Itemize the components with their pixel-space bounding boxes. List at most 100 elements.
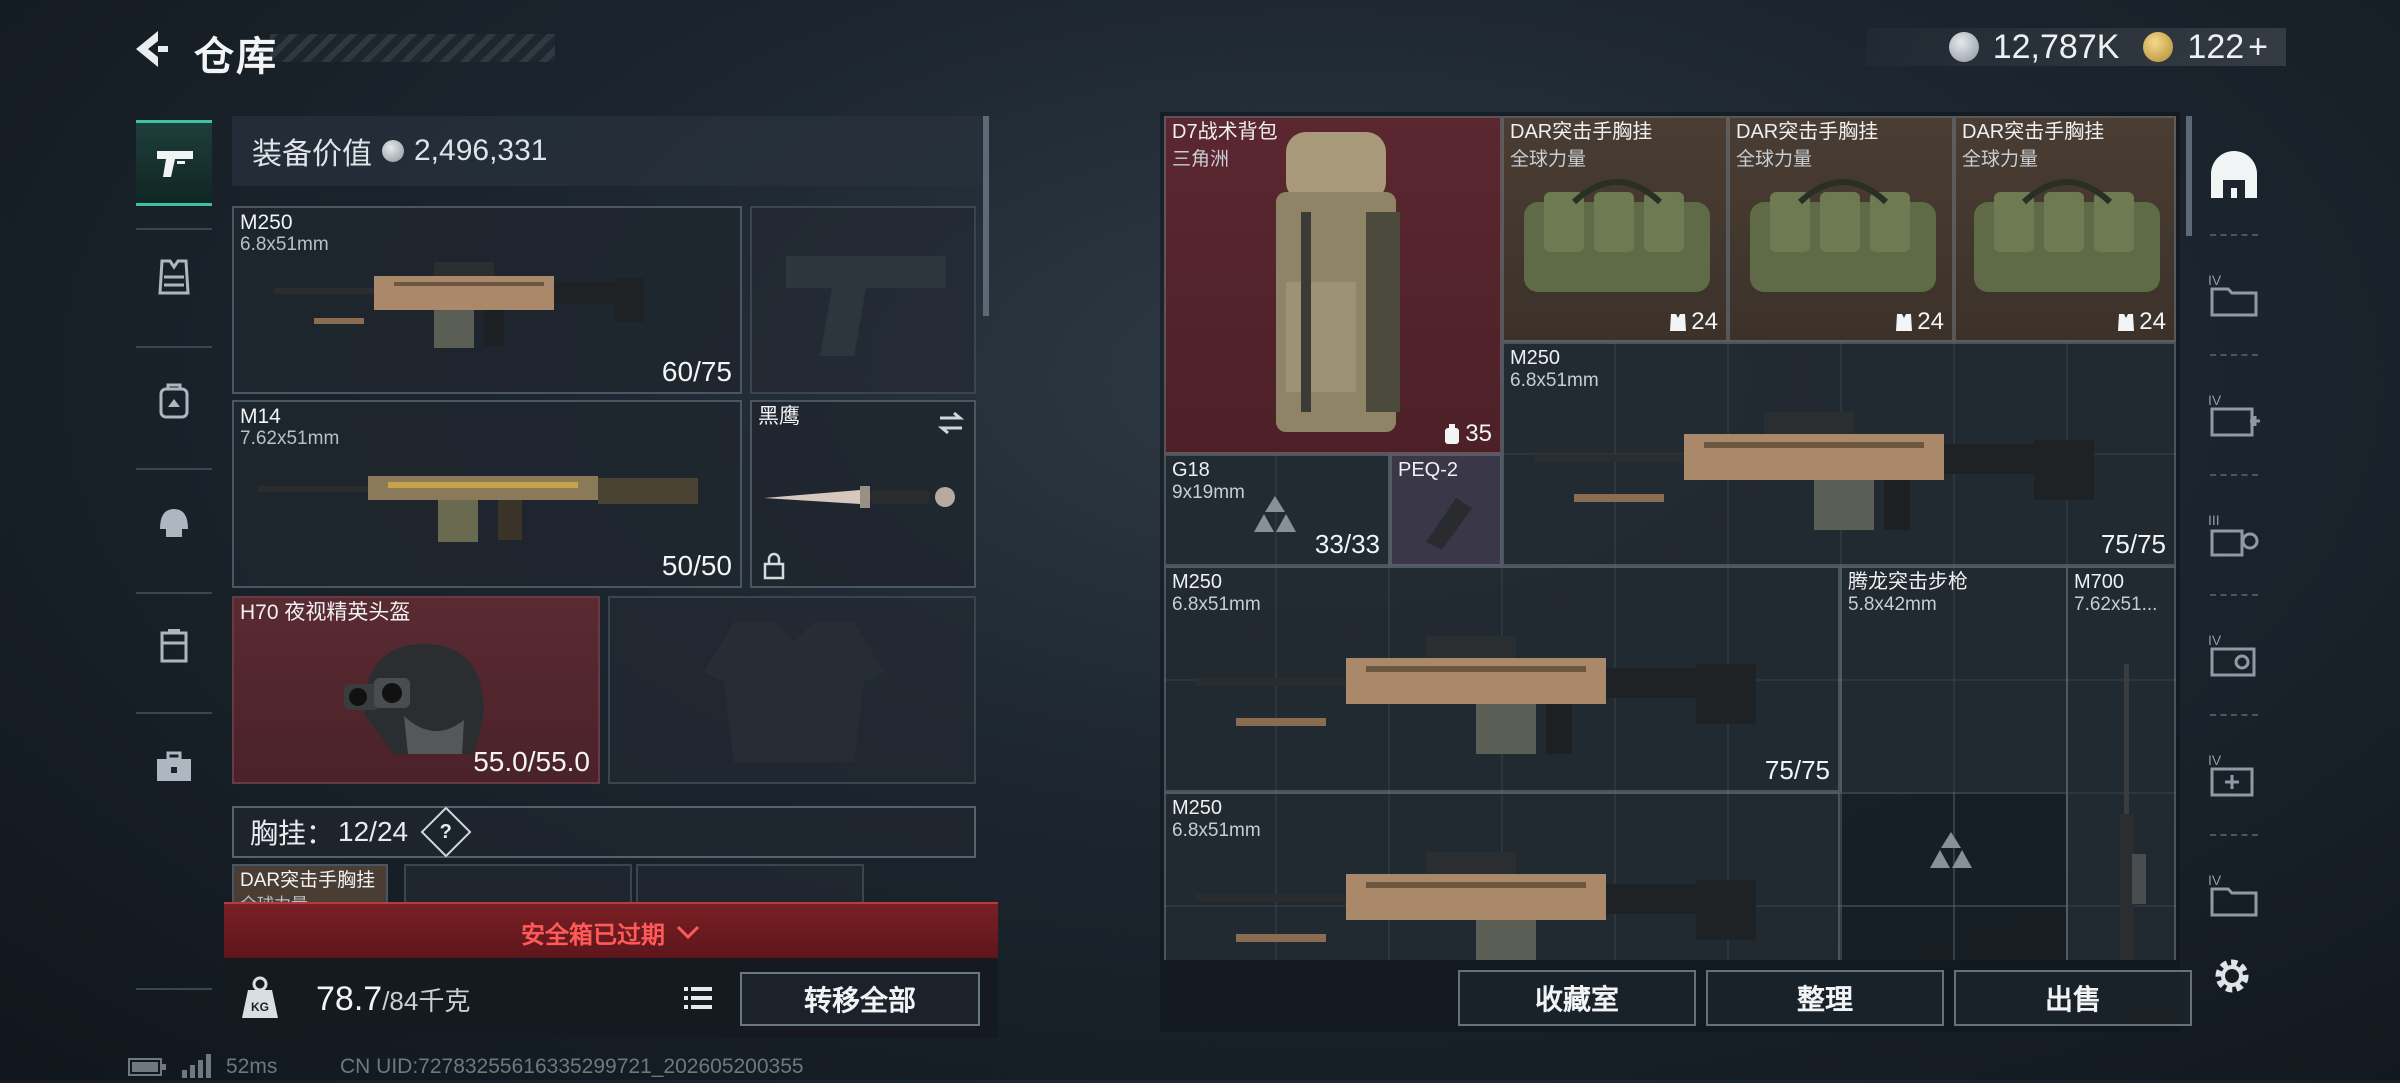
toolbox-icon — [157, 751, 191, 781]
page-title: 仓库 — [194, 35, 278, 79]
storage-item-g18[interactable]: G18 9x19mm 33/33 — [1164, 454, 1390, 566]
equipment-scrollbar[interactable] — [983, 116, 989, 316]
slot-item-name: 黑鹰 — [758, 405, 800, 428]
carry-weight: 78.7/84千克 — [316, 980, 470, 1019]
folder-icon: IV — [2208, 872, 2258, 917]
item-sub: 7.62x51... — [2074, 594, 2158, 615]
body-armor-slot-empty[interactable] — [608, 596, 976, 784]
gold-currency-value: 122 — [2187, 27, 2245, 66]
rail-tab-weapons[interactable] — [136, 120, 212, 206]
slot-item-name: M14 — [240, 405, 281, 428]
laser-sight-image — [1426, 498, 1472, 550]
storage-item-chest-rig[interactable]: DAR突击手胸挂 全球力量 24 — [1954, 116, 2176, 342]
tier-triangle-icon — [1254, 496, 1296, 532]
tier-label: IV — [2208, 392, 2222, 408]
item-ammo: 75/75 — [2100, 529, 2166, 559]
help-button[interactable]: ? — [420, 806, 472, 858]
rail-tab-tier-medical[interactable]: IV — [2196, 364, 2272, 464]
item-ammo: 33/33 — [1314, 529, 1380, 559]
tier-label: III — [2208, 512, 2220, 528]
storage-item-chest-rig[interactable]: DAR突击手胸挂 全球力量 24 — [1502, 116, 1728, 342]
rail-tab-storage-home[interactable] — [2196, 126, 2272, 226]
storage-item-m250[interactable]: M250 6.8x51mm 75/75 — [1502, 342, 2176, 566]
safe-box-expired-banner[interactable]: 安全箱已过期 — [224, 902, 998, 960]
rail-tab-case[interactable] — [136, 602, 212, 688]
medkit-icon: IV — [2208, 752, 2254, 797]
primary-weapon-slot-1[interactable]: M250 6.8x51mm 60/75 — [232, 206, 742, 394]
pistol-placeholder-icon — [786, 256, 946, 356]
storage-item-peq2[interactable]: PEQ-2 — [1390, 454, 1502, 566]
question-icon: ? — [439, 820, 453, 843]
vest-icon — [1670, 314, 1687, 331]
storage-item-chest-rig[interactable]: DAR突击手胸挂 全球力量 24 — [1728, 116, 1954, 342]
storage-item-backpack[interactable]: D7战术背包 三角洲 35 — [1164, 116, 1502, 454]
user-uid: CN UID:72783255616335299721_202605200355 — [340, 1055, 804, 1078]
chest-rig-pocket-2[interactable] — [636, 864, 864, 904]
item-sub: 全球力量 — [1736, 149, 1813, 170]
vest-icon — [158, 259, 190, 295]
slot-ammo-count: 50/50 — [661, 550, 732, 581]
item-capacity: 24 — [2117, 308, 2166, 336]
battery-icon — [128, 1056, 168, 1083]
backpack-icon — [159, 383, 189, 419]
storage-item-m250[interactable]: M250 6.8x51mm — [1164, 792, 1840, 960]
storage-item-tenglong-rifle[interactable]: 腾龙突击步枪 5.8x42mm — [1840, 566, 2066, 792]
machine-gun-image — [1534, 412, 2094, 530]
storage-item-m700[interactable]: M700 7.62x51... — [2066, 566, 2176, 960]
rifle-image — [258, 476, 698, 542]
rail-tab-armor[interactable] — [136, 234, 212, 320]
helmet-icon — [160, 509, 188, 537]
safe-box-expired-text: 安全箱已过期 — [521, 921, 665, 949]
rail-tab-tier-keys[interactable]: IV — [2196, 604, 2272, 704]
machine-gun-image — [274, 262, 644, 348]
swap-icon[interactable] — [936, 410, 966, 436]
key-icon: IV — [2208, 632, 2256, 677]
primary-weapon-slot-2[interactable]: M14 7.62x51mm 50/50 — [232, 400, 742, 588]
transfer-all-button[interactable]: 转移全部 — [740, 972, 980, 1026]
melee-slot[interactable]: 黑鹰 — [750, 400, 976, 588]
add-currency-button[interactable]: + — [2248, 28, 2268, 67]
item-name: M250 — [1510, 347, 1561, 369]
rail-tab-tier-folder[interactable]: IV — [2196, 244, 2272, 344]
rail-tab-backpack[interactable] — [136, 358, 212, 444]
item-sub: 三角洲 — [1172, 149, 1230, 170]
tools-icon: III — [2208, 512, 2259, 557]
tier-label: IV — [2208, 752, 2222, 768]
item-capacity-value: 24 — [1691, 308, 1718, 335]
sidearm-slot-empty[interactable] — [750, 206, 976, 394]
collection-room-button[interactable]: 收藏室 — [1458, 970, 1696, 1026]
rail-tab-tier-meds[interactable]: IV — [2196, 724, 2272, 824]
helmet-slot[interactable]: H70 夜视精英头盔 55.0/55.0 — [232, 596, 600, 784]
storage-scrollbar[interactable] — [2186, 116, 2192, 236]
chest-rig-image — [1750, 179, 1936, 292]
back-button[interactable] — [124, 24, 176, 74]
chest-rig-pocket-1[interactable] — [404, 864, 632, 904]
list-view-button[interactable] — [674, 974, 722, 1022]
gold-coin-icon — [2143, 32, 2174, 62]
rail-tab-tier-misc[interactable]: IV — [2196, 844, 2272, 944]
chevron-down-icon — [676, 925, 700, 940]
item-ammo: 75/75 — [1764, 755, 1830, 785]
backpack-image — [1276, 132, 1400, 432]
chest-rig-item-slot[interactable]: DAR突击手胸挂 全球力量 — [232, 864, 388, 904]
svg-text:KG: KG — [251, 1000, 269, 1014]
item-sub: 全球力量 — [1962, 149, 2039, 170]
sell-button[interactable]: 出售 — [1954, 970, 2192, 1026]
currency-bar: 12,787K 122 + — [1866, 28, 2286, 66]
item-name: M250 — [1172, 797, 1223, 819]
item-name: 腾龙突击步枪 — [1848, 571, 1968, 593]
item-name: M250 — [1172, 571, 1223, 593]
weight-icon: KG — [236, 974, 284, 1022]
rail-tab-safebox[interactable] — [136, 724, 212, 810]
storage-home-icon — [2211, 151, 2257, 198]
item-capacity-value: 35 — [1465, 420, 1492, 447]
sort-button[interactable]: 整理 — [1706, 970, 1944, 1026]
vest-icon — [1896, 314, 1913, 331]
storage-item-m250[interactable]: M250 6.8x51mm 75/75 — [1164, 566, 1840, 792]
sniper-rifle-image — [2120, 664, 2146, 960]
rail-tab-helmet[interactable] — [136, 480, 212, 566]
rail-tab-tier-tools[interactable]: III — [2196, 484, 2272, 584]
medical-icon: IV — [2208, 392, 2260, 437]
settings-button[interactable] — [2208, 952, 2256, 1000]
item-name: DAR突击手胸挂 — [1962, 121, 2105, 143]
